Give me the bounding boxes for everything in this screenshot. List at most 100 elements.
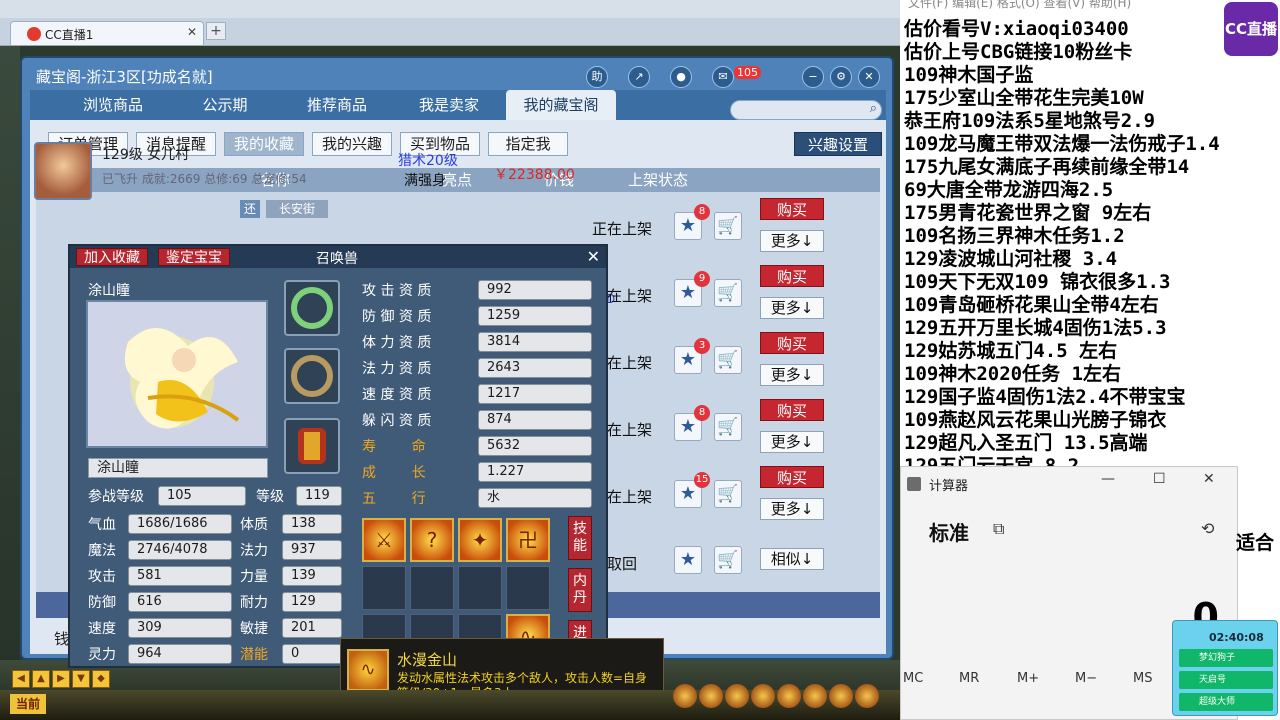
favorite-count-badge: 3	[694, 338, 710, 354]
level-value: 119	[296, 486, 342, 506]
calculator-mode[interactable]: 标准	[929, 517, 969, 546]
messages-icon[interactable]: ✉	[712, 66, 734, 88]
cart-icon[interactable]: 🛒	[714, 279, 742, 307]
potential-label: 潜能	[240, 647, 268, 663]
more-button[interactable]: 更多↓	[760, 364, 824, 386]
stream-list-item[interactable]: 超级大师	[1179, 693, 1273, 711]
equipment-slot-1[interactable]	[284, 280, 340, 336]
cart-icon[interactable]: 🛒	[714, 413, 742, 441]
calc-minimize-button[interactable]: —	[1101, 471, 1115, 487]
equipment-slot-3[interactable]	[284, 418, 340, 474]
pet-detail-popup: 加入收藏 鉴定宝宝 召唤兽 ✕ 涂山瞳 涂山瞳 攻 击 资 质 992 防 御 …	[68, 244, 608, 668]
skill-slot-empty	[506, 566, 550, 610]
close-icon[interactable]: ✕	[587, 247, 600, 266]
buy-button[interactable]: 购买	[760, 265, 824, 287]
similar-button[interactable]: 相似↓	[760, 548, 824, 570]
memory-recall-button[interactable]: MR	[959, 671, 979, 686]
calc-close-button[interactable]: ✕	[1203, 471, 1215, 487]
tab-inner-core[interactable]: 内丹	[568, 568, 592, 612]
stream-list-item[interactable]: 天启号	[1179, 671, 1273, 689]
stamina-aptitude-value: 3814	[478, 332, 592, 352]
tab-my-cangbaoge[interactable]: 我的藏宝阁	[506, 90, 616, 120]
calc-maximize-button[interactable]: ☐	[1153, 471, 1166, 487]
stream-list-item[interactable]: 梦幻狗子	[1179, 649, 1273, 667]
skill-slot-2[interactable]: ?	[410, 518, 454, 562]
search-icon[interactable]: ⌕	[870, 101, 877, 116]
subtab-assigned[interactable]: 指定我	[488, 132, 568, 156]
diamond-icon[interactable]: ◆	[92, 670, 110, 688]
buy-button[interactable]: 购买	[760, 198, 824, 220]
equipment-slot-2[interactable]	[284, 348, 340, 404]
minimize-button[interactable]: −	[802, 66, 824, 88]
tab-skills[interactable]: 技能	[568, 516, 592, 560]
arrow-up-icon[interactable]: ▲	[32, 670, 50, 688]
character-avatar[interactable]	[34, 142, 92, 200]
subtab-interests[interactable]: 我的兴趣	[312, 132, 392, 156]
window-title: 藏宝阁-浙江3区[功成名就]	[36, 68, 213, 86]
search-input[interactable]: ⌕	[730, 100, 882, 120]
attack-aptitude-label: 攻 击 资 质	[362, 283, 432, 299]
row1-highlight-2: 满强身	[404, 173, 446, 189]
game-menu-icon[interactable]	[673, 684, 697, 708]
more-button[interactable]: 更多↓	[760, 297, 824, 319]
speed-aptitude-value: 1217	[478, 384, 592, 404]
element-label: 五 行	[362, 491, 426, 507]
tab-close-icon[interactable]: ✕	[187, 25, 197, 39]
row1-highlight-1: 猎术20级	[398, 153, 458, 169]
hp-value: 1686/1686	[128, 514, 232, 534]
cart-icon[interactable]: 🛒	[714, 480, 742, 508]
subtab-favorites[interactable]: 我的收藏	[224, 132, 304, 156]
game-menu-icon[interactable]	[725, 684, 749, 708]
identify-pet-button[interactable]: 鉴定宝宝	[158, 248, 230, 266]
row1-tag-return: 还	[240, 200, 260, 218]
memory-clear-button[interactable]: MC	[903, 671, 923, 686]
row1-price: ￥22388.00	[494, 167, 575, 183]
memory-store-button[interactable]: MS	[1133, 671, 1152, 686]
help-button[interactable]: 助	[586, 66, 608, 88]
browser-tab-cc[interactable]: CC直播1 ✕	[10, 21, 204, 45]
game-menu-icon[interactable]	[803, 684, 827, 708]
game-menu-icon[interactable]	[777, 684, 801, 708]
defense-label: 防御	[88, 595, 116, 611]
buy-button[interactable]: 购买	[760, 466, 824, 488]
share-icon[interactable]: ↗	[628, 66, 650, 88]
current-channel-button[interactable]: 当前	[10, 694, 46, 714]
skill-slot-4[interactable]: 卍	[506, 518, 550, 562]
favorite-star-icon[interactable]: ★	[674, 546, 702, 574]
arrow-down-icon[interactable]: ▼	[72, 670, 90, 688]
game-menu-icon[interactable]	[829, 684, 853, 708]
keep-on-top-icon[interactable]: ⧉	[993, 519, 1004, 539]
game-menu-icon[interactable]	[751, 684, 775, 708]
tab-browse[interactable]: 浏览商品	[58, 90, 168, 120]
cart-icon[interactable]: 🛒	[714, 546, 742, 574]
add-favorite-button[interactable]: 加入收藏	[76, 248, 148, 266]
more-button[interactable]: 更多↓	[760, 498, 824, 520]
tab-recommended[interactable]: 推荐商品	[282, 90, 392, 120]
tab-seller[interactable]: 我是卖家	[394, 90, 504, 120]
buy-button[interactable]: 购买	[760, 332, 824, 354]
record-icon[interactable]: ●	[670, 66, 692, 88]
cart-icon[interactable]: 🛒	[714, 212, 742, 240]
memory-subtract-button[interactable]: M−	[1075, 671, 1097, 686]
cart-icon[interactable]: 🛒	[714, 346, 742, 374]
skill-slot-1[interactable]: ⚔	[362, 518, 406, 562]
more-button[interactable]: 更多↓	[760, 431, 824, 453]
close-button[interactable]: ✕	[858, 66, 880, 88]
arrow-right-icon[interactable]: ▶	[52, 670, 70, 688]
notepad-menu[interactable]: 文件(F) 编辑(E) 格式(O) 查看(V) 帮助(H)	[908, 0, 1131, 11]
buy-button[interactable]: 购买	[760, 399, 824, 421]
tab-publicity[interactable]: 公示期	[170, 90, 280, 120]
new-tab-button[interactable]: +	[206, 22, 226, 40]
game-menu-icon[interactable]	[699, 684, 723, 708]
spirit-label: 灵力	[88, 647, 116, 663]
history-icon[interactable]: ⟲	[1201, 519, 1214, 538]
skill-slot-3[interactable]: ✦	[458, 518, 502, 562]
interest-settings-button[interactable]: 兴趣设置	[794, 132, 882, 156]
more-button[interactable]: 更多↓	[760, 230, 824, 252]
memory-add-button[interactable]: M+	[1017, 671, 1039, 686]
arrow-left-icon[interactable]: ◀	[12, 670, 30, 688]
settings-icon[interactable]: ⚙	[830, 66, 852, 88]
speed-label: 速度	[88, 621, 116, 637]
speed-value: 309	[128, 618, 232, 638]
game-menu-icon[interactable]	[855, 684, 879, 708]
